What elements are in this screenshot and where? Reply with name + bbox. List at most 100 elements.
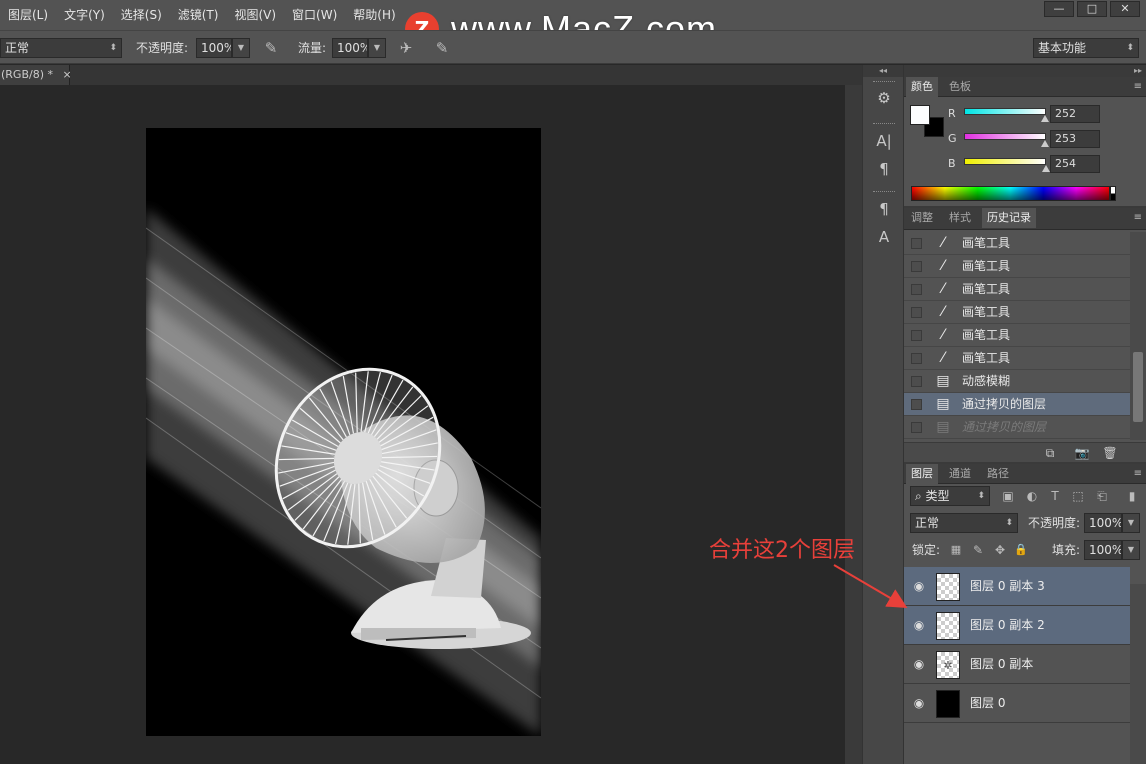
channel-r-slider[interactable] [964, 108, 1046, 115]
flow-dropdown-button[interactable]: ▼ [368, 38, 386, 58]
history-item[interactable]: ⁄ 画笔工具 [904, 301, 1130, 324]
document-canvas[interactable] [146, 128, 541, 736]
fill-dropdown-button[interactable]: ▼ [1122, 540, 1140, 560]
pressure-size-icon[interactable]: ✎ [432, 38, 452, 58]
layer-opacity-dropdown-button[interactable]: ▼ [1122, 513, 1140, 533]
layer-thumbnail-black[interactable] [936, 690, 960, 718]
tab-channels[interactable]: 通道 [944, 464, 976, 484]
filter-smart-object-icon[interactable]: ⎗ [1092, 486, 1112, 506]
history-item[interactable]: ▤ 动感模糊 [904, 370, 1130, 393]
history-snapshot-checkbox[interactable] [911, 238, 922, 249]
menu-select[interactable]: 选择(S) [113, 0, 170, 30]
layer-row-base[interactable]: ◉ 图层 0 [904, 684, 1130, 723]
history-snapshot-checkbox[interactable] [911, 330, 922, 341]
channel-g-thumb[interactable] [1041, 140, 1050, 147]
eye-icon[interactable]: ◉ [910, 696, 928, 710]
channel-b-thumb[interactable] [1041, 165, 1050, 172]
paragraph-styles-icon[interactable]: ¶ [872, 198, 896, 220]
history-snapshot-checkbox[interactable] [911, 261, 922, 272]
channel-b-slider[interactable] [964, 158, 1046, 165]
layer-row-copy-3[interactable]: ◉ 图层 0 副本 3 [904, 567, 1130, 606]
lock-position-icon[interactable]: ✥ [990, 540, 1010, 560]
menu-layer[interactable]: 图层(L) [0, 0, 56, 30]
workspace-select[interactable]: 基本功能 ⬍ [1033, 38, 1139, 58]
eye-icon[interactable]: ◉ [910, 618, 928, 632]
flow-input[interactable]: 100% [332, 38, 368, 58]
snapshot-camera-icon[interactable]: 📷 [1074, 445, 1090, 461]
black-white-picker[interactable] [1110, 186, 1116, 201]
history-snapshot-checkbox[interactable] [911, 307, 922, 318]
channel-b-input[interactable]: 254 [1050, 155, 1100, 173]
layer-row-copy[interactable]: ◉ ✲ 图层 0 副本 [904, 645, 1130, 684]
history-item[interactable]: ⁄ 画笔工具 [904, 278, 1130, 301]
history-scroll-thumb[interactable] [1133, 352, 1143, 422]
history-item[interactable]: ⁄ 画笔工具 [904, 232, 1130, 255]
tool-presets-icon[interactable]: ⚙ [872, 87, 896, 109]
panel-menu-icon[interactable]: ≡ [1134, 77, 1142, 97]
brush-mode-select[interactable]: 正常 ⬍ [0, 38, 122, 58]
eye-icon[interactable]: ◉ [910, 579, 928, 593]
lock-image-pixels-icon[interactable]: ✎ [968, 540, 988, 560]
menu-filter[interactable]: 滤镜(T) [170, 0, 227, 30]
filter-shape-icon[interactable]: ⬚ [1068, 486, 1088, 506]
lock-all-icon[interactable]: 🔒 [1011, 540, 1031, 560]
tab-color[interactable]: 颜色 [906, 77, 938, 97]
filter-toggle-icon[interactable]: ▮ [1126, 486, 1138, 506]
tab-paths[interactable]: 路径 [982, 464, 1014, 484]
menu-window[interactable]: 窗口(W) [284, 0, 345, 30]
filter-pixel-icon[interactable]: ▣ [998, 486, 1018, 506]
channel-g-input[interactable]: 253 [1050, 130, 1100, 148]
trash-icon[interactable]: 🗑 [1102, 445, 1118, 461]
history-snapshot-checkbox[interactable] [911, 422, 922, 433]
character-styles-icon[interactable]: A [872, 226, 896, 248]
document-tab[interactable]: (RGB/8) * × [0, 65, 72, 85]
opacity-input[interactable]: 100% [196, 38, 232, 58]
paragraph-icon[interactable]: ¶ [872, 158, 896, 180]
panel-menu-icon[interactable]: ≡ [1134, 464, 1142, 484]
history-scrollbar[interactable] [1130, 232, 1146, 440]
channel-r-thumb[interactable] [1041, 115, 1050, 122]
expand-panels-icon[interactable]: ▸▸ [904, 65, 1146, 77]
history-item[interactable]: ⁄ 画笔工具 [904, 324, 1130, 347]
tab-swatches[interactable]: 色板 [944, 77, 976, 97]
grip-handle[interactable] [873, 81, 895, 84]
filter-adjustment-icon[interactable]: ◐ [1022, 486, 1042, 506]
pressure-opacity-icon[interactable]: ✎ [261, 38, 281, 58]
foreground-color-swatch[interactable] [910, 105, 930, 125]
channel-r-input[interactable]: 252 [1050, 105, 1100, 123]
layer-thumbnail-fan[interactable]: ✲ [936, 651, 960, 679]
layer-thumbnail[interactable] [936, 573, 960, 601]
history-item[interactable]: ⁄ 画笔工具 [904, 255, 1130, 278]
tab-styles[interactable]: 样式 [944, 208, 976, 228]
collapse-icon[interactable]: ◂◂ [863, 65, 903, 77]
maximize-button[interactable]: □ [1077, 1, 1107, 17]
color-spectrum-bar[interactable] [911, 186, 1110, 201]
history-snapshot-checkbox[interactable] [911, 376, 922, 387]
layer-row-copy-2[interactable]: ◉ 图层 0 副本 2 [904, 606, 1130, 645]
grip-handle[interactable] [873, 123, 895, 126]
fill-input[interactable]: 100% [1084, 540, 1122, 560]
channel-g-slider[interactable] [964, 133, 1046, 140]
close-button[interactable]: ✕ [1110, 1, 1140, 17]
menu-help[interactable]: 帮助(H) [345, 0, 403, 30]
lock-transparent-pixels-icon[interactable]: ▦ [946, 540, 966, 560]
tab-layers[interactable]: 图层 [906, 464, 938, 484]
layer-opacity-input[interactable]: 100% [1084, 513, 1122, 533]
canvas-vertical-scrollbar[interactable] [845, 85, 862, 764]
opacity-dropdown-button[interactable]: ▼ [232, 38, 250, 58]
character-icon[interactable]: A| [872, 130, 896, 152]
menu-view[interactable]: 视图(V) [226, 0, 284, 30]
layer-blend-mode-select[interactable]: 正常 ⬍ [910, 513, 1018, 533]
history-snapshot-checkbox[interactable] [911, 353, 922, 364]
filter-type-icon[interactable]: T [1045, 486, 1065, 506]
grip-handle[interactable] [873, 191, 895, 194]
history-snapshot-checkbox[interactable] [911, 284, 922, 295]
layer-thumbnail[interactable] [936, 612, 960, 640]
history-item[interactable]: ⁄ 画笔工具 [904, 347, 1130, 370]
minimize-button[interactable]: — [1044, 1, 1074, 17]
history-item-selected[interactable]: ▤ 通过拷贝的图层 [904, 393, 1130, 416]
layers-scrollbar[interactable] [1130, 584, 1146, 764]
airbrush-icon[interactable]: ✈ [396, 38, 416, 58]
layer-filter-select[interactable]: ⌕ 类型 ⬍ [910, 486, 990, 506]
menu-type[interactable]: 文字(Y) [56, 0, 113, 30]
